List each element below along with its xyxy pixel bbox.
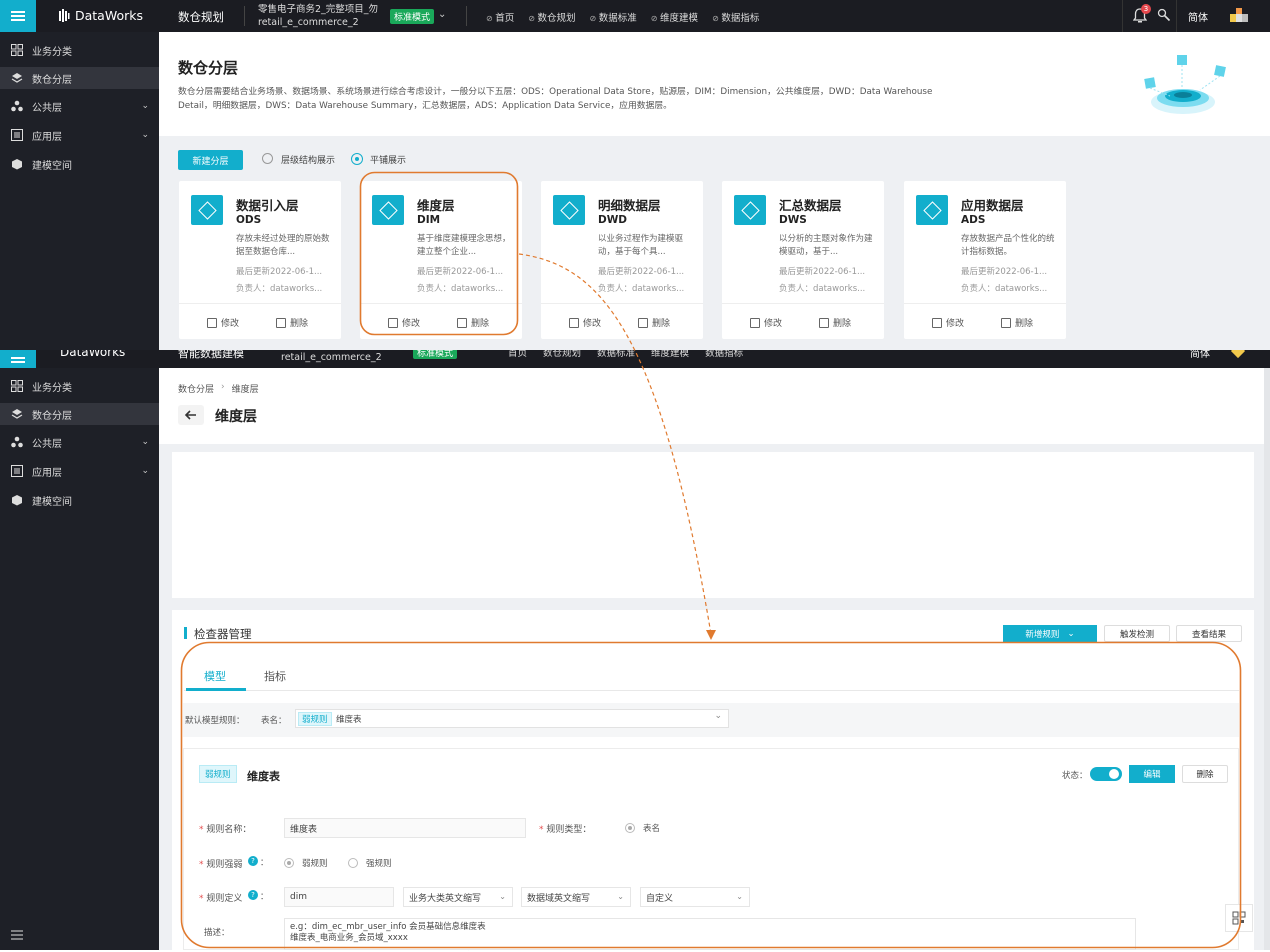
arrow-head (706, 630, 716, 640)
highlight-dim-card (359, 171, 519, 336)
annotation-overlay (180, 171, 1242, 949)
highlight-checker-area (180, 641, 1242, 949)
annotation-arrow (518, 253, 712, 635)
